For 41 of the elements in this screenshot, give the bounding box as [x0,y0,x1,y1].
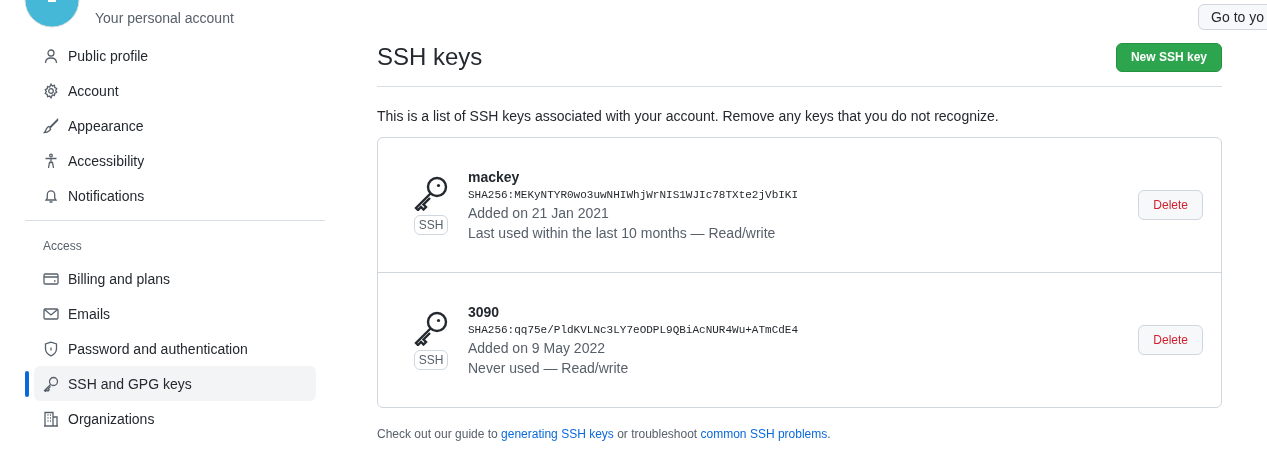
account-subtitle: Your personal account [95,10,234,28]
key-added-date: Added on 21 Jan 2021 [468,205,610,221]
key-name: mackey [468,169,521,185]
key-added-date: Added on 9 May 2022 [468,340,606,356]
paintbrush-icon [43,117,59,134]
sidebar-item[interactable]: Accessibility [34,143,316,178]
sidebar-item[interactable]: Appearance [34,108,316,143]
page-title: SSH keys [377,43,483,71]
sidebar-item[interactable]: Billing and plans [34,261,316,296]
sidebar-item[interactable]: Emails [34,296,316,331]
credit-card-icon [43,270,59,287]
sidebar-item[interactable]: Account [34,73,316,108]
ssh-label: SSH [413,350,449,370]
building-icon [43,410,59,427]
key-name: 3090 [468,304,501,320]
description: This is a list of SSH keys associated with your account. Remove any keys that you do not recognize. [377,108,1000,124]
go-to-profile-button[interactable]: Go to yo [1198,4,1267,30]
ssh-label: SSH [413,215,449,235]
key-icon [413,175,449,211]
person-icon [43,47,59,64]
sidebar-item[interactable]: Organizations [34,401,316,436]
key-fingerprint: SHA256:MEKyNTYR0wo3uwNHIWhjWrNIS1WJIc78TXte2jVbIKI [468,189,800,201]
sidebar-heading: Access [42,238,83,255]
accessibility-icon [43,152,59,169]
sidebar-item[interactable]: Public profile [34,38,316,73]
help-link[interactable]: generating SSH keys [501,427,614,441]
key-icon [413,310,449,346]
sidebar-item[interactable]: Notifications [34,178,316,213]
delete-button[interactable]: Delete [1138,325,1203,355]
envelope-icon [43,305,59,322]
shield-icon [43,340,59,357]
bell-icon [43,187,59,204]
key-fingerprint: SHA256:qq75e/PldKVLNc3LY7eODPL9QBiAcNUR4Wu+ATmCdE4 [468,324,800,336]
key-usage: Never used — Read/write [468,360,630,376]
delete-button[interactable]: Delete [1138,190,1203,220]
key-icon [43,375,59,392]
help-text: Check out our guide to generating SSH keys or troubleshoot common SSH problems. [377,427,832,441]
sidebar-item[interactable]: Password and authentication [34,331,316,366]
sidebar-item[interactable]: SSH and GPG keys [34,366,316,401]
key-usage: Last used within the last 10 months — Read/write [468,225,777,241]
gear-icon [43,82,59,99]
